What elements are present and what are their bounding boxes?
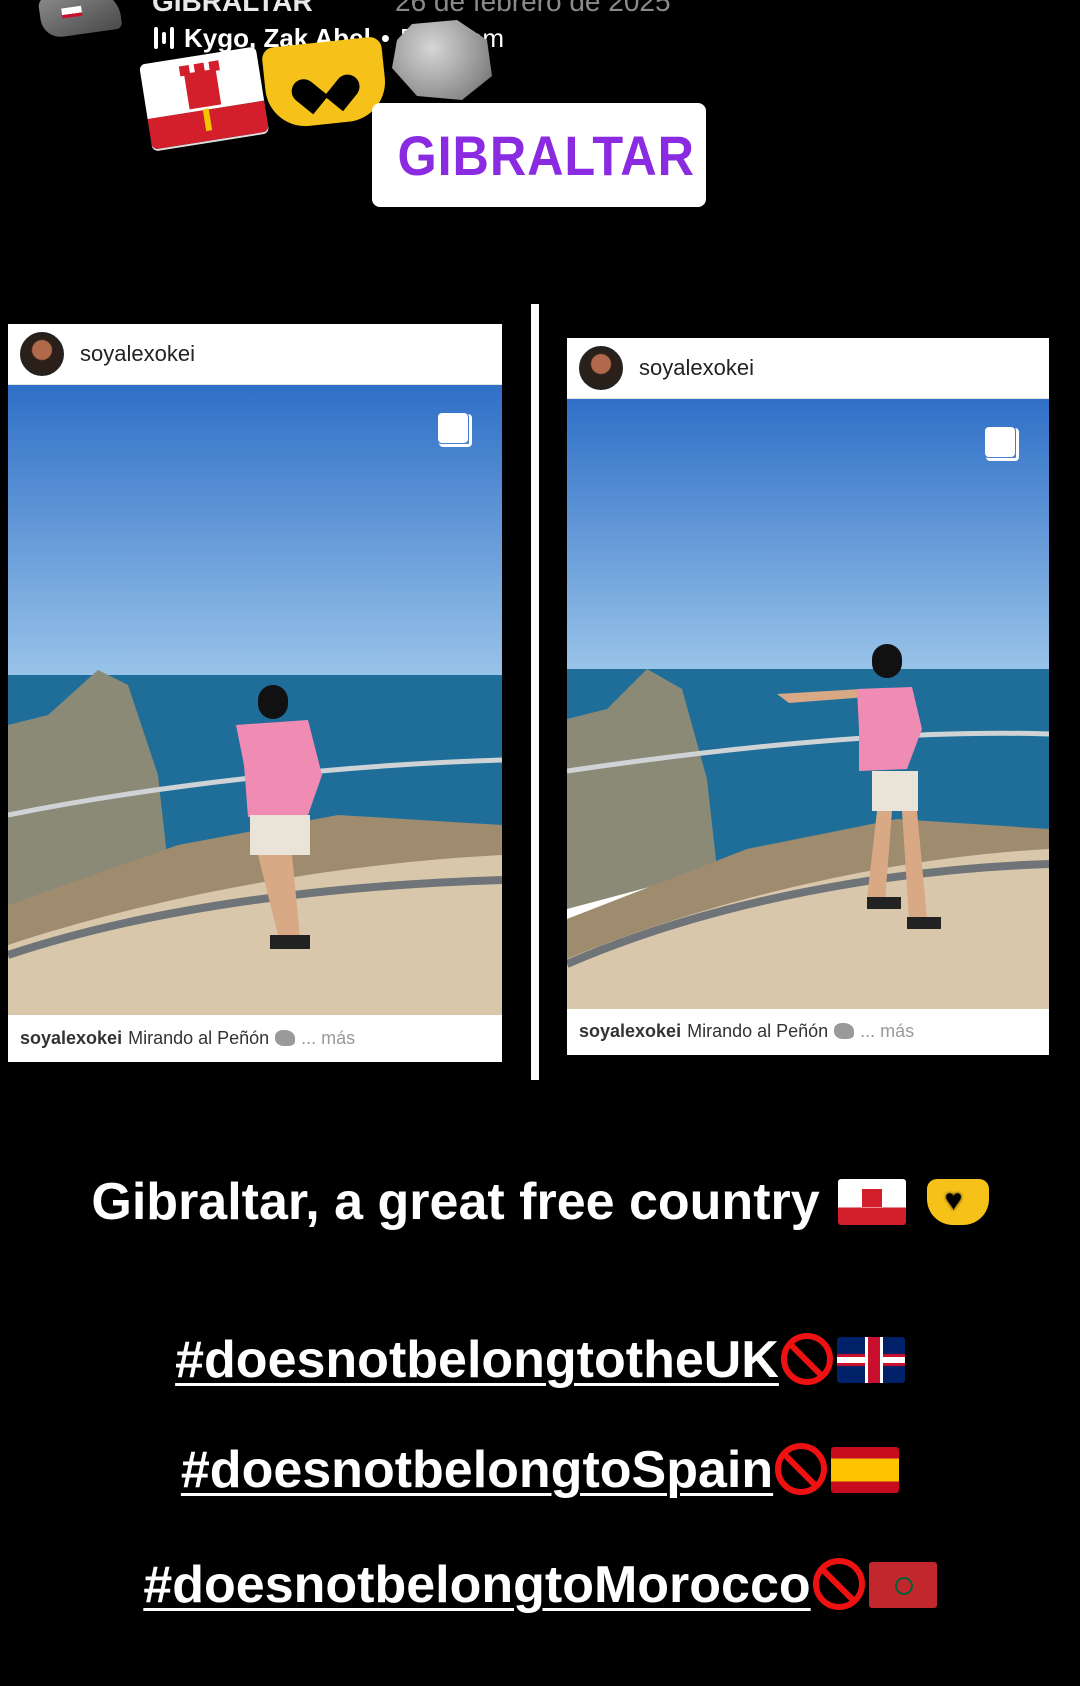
rock-emoji-icon [275,1030,296,1046]
hashtag-spain[interactable]: #doesnotbelongtoSpain [0,1440,1080,1500]
caption-text: Mirando al Peñón [687,1020,829,1041]
rock-emoji-icon [834,1023,855,1039]
location-label: GIBRALTAR [397,123,695,187]
post-photo[interactable] [567,399,1049,1009]
uk-flag-icon [836,1337,905,1383]
location-sticker[interactable]: GIBRALTAR [372,103,706,207]
story-caption-text: Gibraltar, a great free country [91,1173,820,1231]
caption-username[interactable]: soyalexokei [20,1028,122,1049]
avatar[interactable] [20,332,64,376]
post-username[interactable]: soyalexokei [639,355,754,381]
music-separator: • [380,22,390,53]
post-username[interactable]: soyalexokei [80,341,195,367]
prohibited-icon [780,1333,833,1385]
avatar[interactable] [579,346,623,390]
profile-avatar[interactable] [37,0,123,40]
post-header: soyalexokei [567,338,1049,399]
heart-hands-sticker [261,35,389,131]
music-bars-icon [154,25,174,51]
morocco-flag-icon [868,1562,937,1608]
gibraltar-flag-sticker [138,46,270,150]
hashtag-uk[interactable]: #doesnotbelongtotheUK [0,1330,1080,1390]
hashtag-text[interactable]: #doesnotbelongtotheUK [175,1331,779,1389]
divider-line [531,304,539,1080]
post-date: 26 de febrero de 2025 [395,0,671,17]
multiple-photos-icon [985,427,1019,461]
caption-more-link[interactable]: ... más [860,1021,914,1042]
hashtag-text[interactable]: #doesnotbelongtoMorocco [143,1556,810,1614]
prohibited-icon [775,1443,828,1495]
heart-hands-icon [926,1179,989,1225]
instagram-post-left[interactable]: soyalexokei soyalexokei Mirando al Peñón… [8,324,502,1062]
profile-name[interactable]: GIBRALTAR [152,0,313,18]
hashtag-morocco[interactable]: #doesnotbelongtoMorocco [0,1555,1080,1615]
prohibited-icon [812,1558,865,1610]
spain-flag-icon [831,1447,900,1493]
caption-text: Mirando al Peñón [128,1027,270,1048]
caption-more-link[interactable]: ... más [301,1028,355,1049]
post-header: soyalexokei [8,324,502,385]
hashtag-text[interactable]: #doesnotbelongtoSpain [181,1441,773,1499]
gibraltar-flag-icon [838,1179,907,1225]
post-caption[interactable]: soyalexokei Mirando al Peñón ... más [8,1014,502,1062]
story-caption: Gibraltar, a great free country [0,1172,1080,1232]
post-photo[interactable] [8,385,502,1015]
instagram-post-right[interactable]: soyalexokei soyalexokei Mirando al Peñón… [567,338,1049,1055]
multiple-photos-icon [438,413,472,447]
post-caption[interactable]: soyalexokei Mirando al Peñón ... más [567,1007,1049,1055]
caption-username[interactable]: soyalexokei [579,1021,681,1042]
